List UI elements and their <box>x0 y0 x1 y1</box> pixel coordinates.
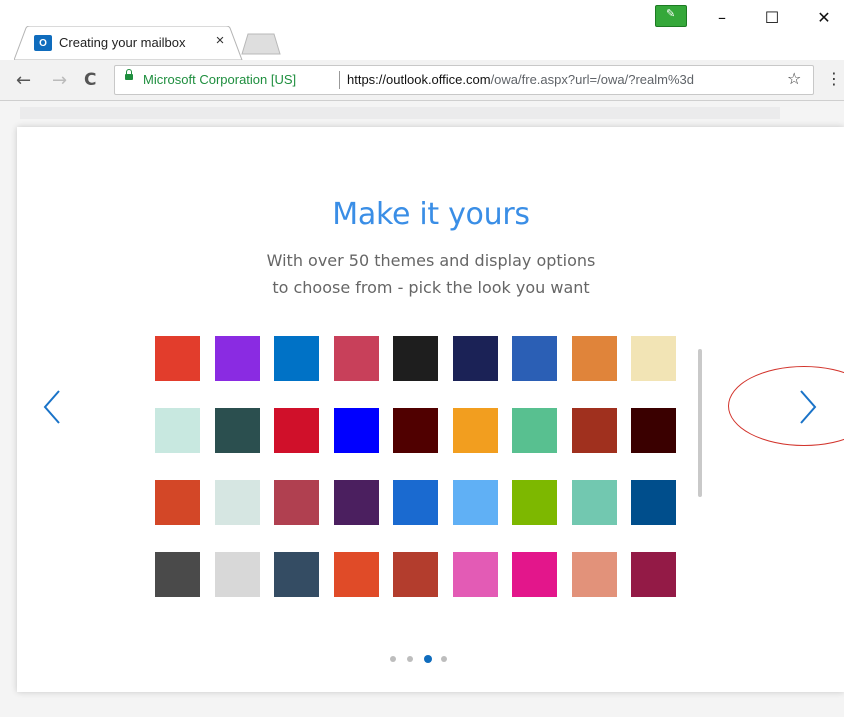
theme-tile[interactable] <box>215 480 260 525</box>
theme-tile[interactable] <box>334 480 379 525</box>
theme-tile[interactable] <box>572 552 617 597</box>
lock-icon <box>125 69 133 80</box>
bookmark-star-icon[interactable]: ☆ <box>787 69 801 88</box>
browser-menu-icon[interactable]: ⋮ <box>826 69 842 88</box>
theme-tile[interactable] <box>572 336 617 381</box>
theme-tile[interactable] <box>512 408 557 453</box>
theme-tile[interactable] <box>334 336 379 381</box>
outlook-icon: O <box>34 35 52 51</box>
pagination-dot[interactable] <box>407 656 413 662</box>
next-arrow-icon[interactable] <box>795 387 819 427</box>
back-arrow-icon[interactable]: ← <box>16 70 31 91</box>
tab-close-button[interactable]: × <box>212 32 228 49</box>
theme-tile[interactable] <box>572 480 617 525</box>
url-host: https://outlook.office.com <box>347 72 491 87</box>
reload-icon[interactable]: C <box>84 70 96 90</box>
subtitle-line-1: With over 50 themes and display options <box>266 251 596 270</box>
theme-tile[interactable] <box>512 336 557 381</box>
previous-arrow-icon[interactable] <box>41 387 65 427</box>
theme-tile[interactable] <box>631 336 676 381</box>
theme-tile[interactable] <box>631 408 676 453</box>
divider <box>339 71 340 89</box>
tab-creating-your-mailbox[interactable]: O Creating your mailbox × <box>14 26 243 60</box>
subtitle-line-2: to choose from - pick the look you want <box>272 278 590 297</box>
theme-tile[interactable] <box>453 552 498 597</box>
address-bar[interactable]: Microsoft Corporation [US] https://outlo… <box>114 65 814 95</box>
background-header <box>20 107 780 119</box>
theme-tile[interactable] <box>453 480 498 525</box>
maximize-button[interactable]: ☐ <box>752 8 792 34</box>
theme-tile[interactable] <box>155 336 200 381</box>
theme-tile[interactable] <box>155 408 200 453</box>
theme-tile[interactable] <box>334 408 379 453</box>
pen-icon[interactable]: ✎ <box>655 5 687 27</box>
minimize-button[interactable]: – <box>702 8 742 34</box>
theme-tile[interactable] <box>274 336 319 381</box>
theme-tile[interactable] <box>393 552 438 597</box>
theme-tile[interactable] <box>393 408 438 453</box>
theme-tile[interactable] <box>631 552 676 597</box>
pagination-dot[interactable] <box>424 655 432 663</box>
theme-tile[interactable] <box>215 408 260 453</box>
theme-tile[interactable] <box>572 408 617 453</box>
theme-tile[interactable] <box>215 336 260 381</box>
theme-tile[interactable] <box>274 552 319 597</box>
pagination-dot[interactable] <box>390 656 396 662</box>
subtitle: With over 50 themes and display options … <box>17 247 844 301</box>
url-path: /owa/fre.aspx?url=/owa/?realm%3d <box>490 72 694 87</box>
browser-toolbar: ← → C Microsoft Corporation [US] https:/… <box>0 60 844 101</box>
theme-tile[interactable] <box>334 552 379 597</box>
theme-tile[interactable] <box>274 408 319 453</box>
theme-picker-card: Make it yours With over 50 themes and di… <box>17 127 844 692</box>
title-bar: O Creating your mailbox × ✎ – ☐ ✕ <box>0 0 844 60</box>
theme-tile[interactable] <box>631 480 676 525</box>
theme-grid-scrollbar[interactable] <box>698 349 702 497</box>
new-tab-button[interactable] <box>240 32 282 56</box>
secure-origin-label: Microsoft Corporation [US] <box>143 72 297 87</box>
url-text[interactable]: https://outlook.office.com/owa/fre.aspx?… <box>347 72 767 87</box>
theme-tile[interactable] <box>155 480 200 525</box>
theme-tile[interactable] <box>155 552 200 597</box>
theme-tile[interactable] <box>512 552 557 597</box>
pagination-dot[interactable] <box>441 656 447 662</box>
theme-tile[interactable] <box>393 336 438 381</box>
tab-title: Creating your mailbox <box>59 35 186 50</box>
theme-tile[interactable] <box>453 408 498 453</box>
forward-arrow-icon[interactable]: → <box>52 70 67 91</box>
theme-tile[interactable] <box>215 552 260 597</box>
theme-tile[interactable] <box>453 336 498 381</box>
theme-tile[interactable] <box>274 480 319 525</box>
theme-tile[interactable] <box>393 480 438 525</box>
page-title: Make it yours <box>332 197 530 232</box>
close-window-button[interactable]: ✕ <box>804 8 844 34</box>
theme-tile[interactable] <box>512 480 557 525</box>
